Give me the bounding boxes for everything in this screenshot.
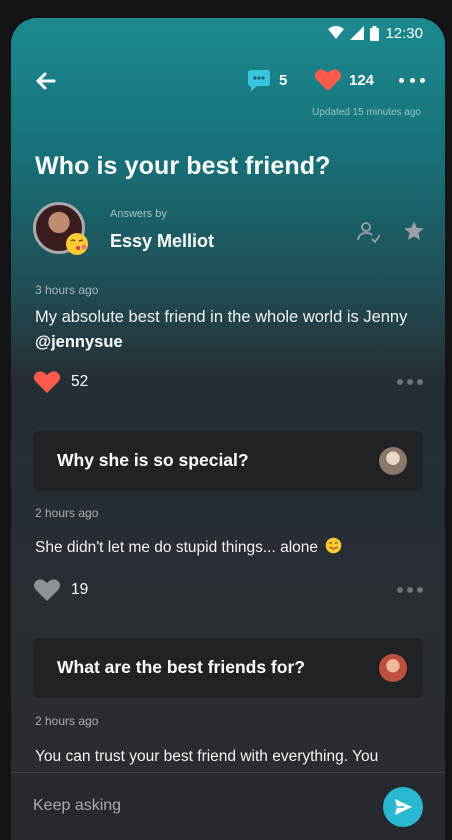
followup-like-count: 19: [71, 581, 89, 598]
cellular-signal-icon: [350, 26, 365, 40]
status-time: 12:30: [385, 24, 423, 42]
asker-avatar[interactable]: [379, 447, 407, 475]
battery-icon: [370, 25, 380, 41]
heart-icon: [33, 371, 61, 393]
author-name[interactable]: Essy Melliot: [110, 231, 214, 252]
answer-actions: 52: [33, 370, 423, 396]
likes-count: 124: [349, 71, 375, 89]
ask-input[interactable]: [33, 791, 353, 821]
add-user-icon: [357, 222, 381, 244]
answers-by-label: Answers by: [110, 208, 167, 220]
followup-question-card[interactable]: What are the best friends for?: [33, 638, 423, 698]
top-bar: 5 124: [11, 66, 445, 96]
more-horizontal-icon: [397, 587, 403, 593]
followup-answer-text: She didn't let me do stupid things... al…: [35, 539, 319, 556]
followup-timestamp: 2 hours ago: [35, 506, 99, 520]
comments-counter[interactable]: 5: [246, 68, 287, 92]
answer-body: My absolute best friend in the whole wor…: [35, 308, 408, 326]
chat-bubble-icon: [248, 70, 270, 91]
wifi-icon: [328, 26, 345, 39]
heart-icon: [314, 69, 342, 91]
mention-link[interactable]: @jennysue: [35, 333, 123, 351]
tongue-emoji-icon: [326, 537, 342, 554]
answer-timestamp: 3 hours ago: [35, 283, 99, 297]
asker-avatar[interactable]: [379, 654, 407, 682]
followup-question-card[interactable]: Why she is so special?: [33, 431, 423, 491]
followup-timestamp: 2 hours ago: [35, 714, 99, 728]
follow-author-button[interactable]: [357, 220, 381, 244]
heart-icon: [33, 579, 61, 601]
more-horizontal-icon: [397, 379, 403, 385]
status-bar: 12:30: [11, 18, 445, 48]
followup-question-text: What are the best friends for?: [57, 657, 305, 677]
followup-answer: She didn't let me do stupid things... al…: [35, 535, 421, 560]
updated-label: Updated 15 minutes ago: [312, 107, 421, 118]
more-options-button[interactable]: [399, 70, 425, 90]
comments-count: 5: [279, 71, 288, 89]
kiss-emoji-icon: [66, 233, 88, 255]
answer-more-button[interactable]: [397, 379, 423, 387]
followup-actions: 19: [33, 578, 423, 604]
answer-like-count: 52: [71, 373, 89, 390]
favorite-button[interactable]: [403, 220, 425, 242]
followup-more-button[interactable]: [397, 587, 423, 595]
followup-question-text: Why she is so special?: [57, 450, 249, 470]
likes-counter[interactable]: 124: [314, 68, 374, 92]
followup-answer-text: You can trust your best friend with ever…: [35, 748, 379, 765]
back-button[interactable]: [33, 68, 59, 94]
app-screen: 12:30 5 124 Updated 15 minutes ago Who i…: [11, 18, 445, 840]
star-icon: [404, 221, 424, 240]
answer-like-button[interactable]: 52: [33, 370, 88, 394]
more-horizontal-icon: [399, 77, 404, 83]
send-button[interactable]: [383, 787, 423, 827]
ask-input-bar: [11, 772, 445, 840]
send-icon: [395, 799, 412, 815]
author-row: Answers by Essy Melliot: [33, 202, 425, 258]
answer-text: My absolute best friend in the whole wor…: [35, 305, 421, 355]
question-title: Who is your best friend?: [35, 152, 331, 180]
arrow-left-icon: [36, 72, 56, 90]
followup-like-button[interactable]: 19: [33, 578, 88, 602]
